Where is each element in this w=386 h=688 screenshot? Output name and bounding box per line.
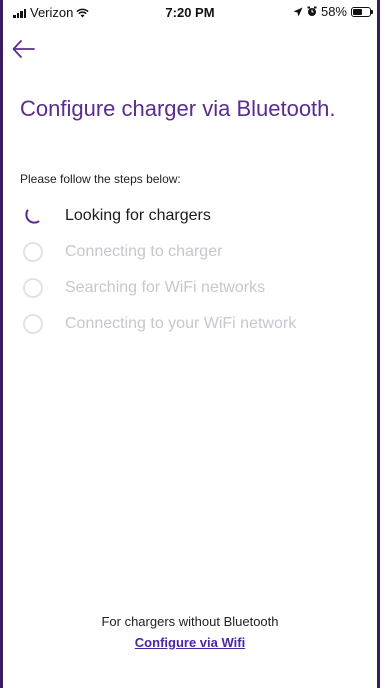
- footer-text: For chargers without Bluetooth: [101, 614, 279, 629]
- instructions-text: Please follow the steps below:: [20, 172, 181, 186]
- pending-circle-icon: [23, 278, 43, 298]
- pending-circle-icon: [23, 242, 43, 262]
- steps-list: Looking for chargers Connecting to charg…: [23, 198, 363, 342]
- step-label: Looking for chargers: [65, 207, 211, 224]
- configure-via-wifi-link[interactable]: Configure via Wifi: [135, 635, 245, 650]
- footer: For chargers without Bluetooth Configure…: [3, 614, 377, 652]
- status-bar: Verizon 7:20 PM 58%: [3, 0, 377, 24]
- pending-circle-icon: [23, 314, 43, 334]
- step-label: Searching for WiFi networks: [65, 279, 266, 296]
- alarm-icon: [307, 6, 317, 16]
- step-label: Connecting to charger: [65, 243, 223, 260]
- battery-nub: [371, 9, 373, 14]
- loading-spinner-icon: [25, 209, 40, 224]
- step-connecting-to-charger: Connecting to charger: [23, 234, 363, 270]
- page-title: Configure charger via Bluetooth.: [20, 96, 336, 121]
- back-button[interactable]: [9, 36, 39, 62]
- step-searching-wifi: Searching for WiFi networks: [23, 270, 363, 306]
- battery-percent: 58%: [320, 4, 347, 19]
- back-arrow-icon: [12, 40, 35, 58]
- step-connecting-wifi: Connecting to your WiFi network: [23, 306, 363, 342]
- status-right: 58%: [293, 4, 373, 19]
- step-looking-for-chargers: Looking for chargers: [23, 198, 363, 234]
- battery-level: [353, 8, 362, 15]
- location-arrow-icon: [293, 7, 303, 16]
- app-frame: Verizon 7:20 PM 58% Configure charger vi…: [0, 0, 380, 688]
- battery-icon: [351, 6, 371, 17]
- step-label: Connecting to your WiFi network: [65, 315, 297, 332]
